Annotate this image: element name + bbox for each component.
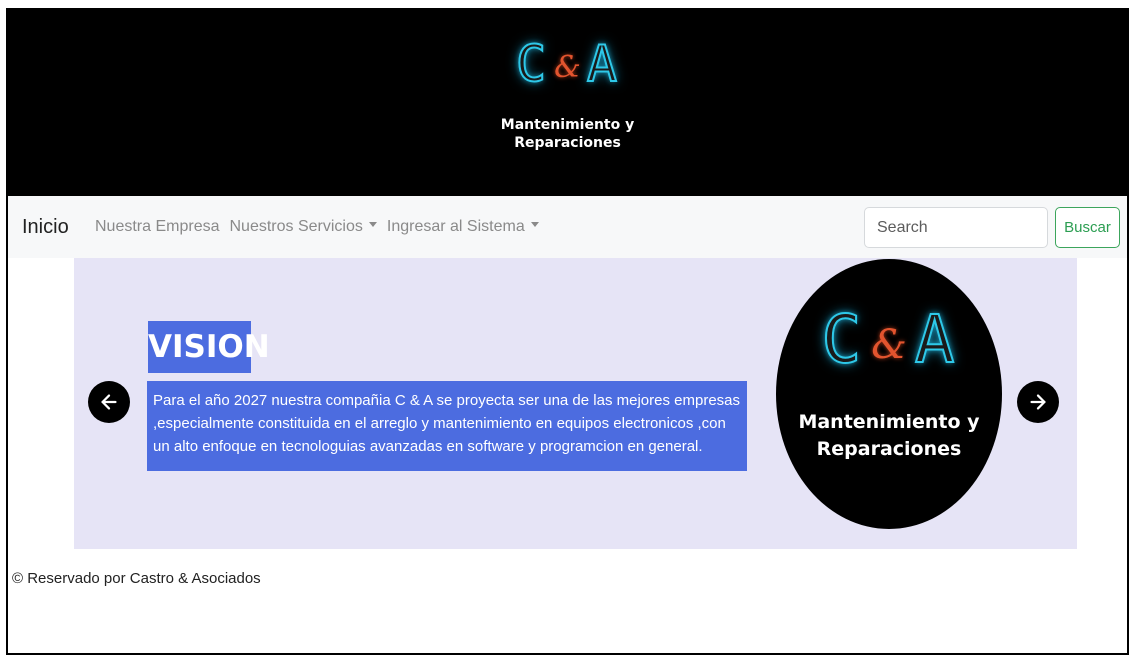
carousel: VISION Para el año 2027 nuestra compañia… xyxy=(74,258,1077,549)
logo-letter-a: A xyxy=(914,301,957,378)
logo-ampersand: & xyxy=(871,321,907,368)
carousel-logo-subtitle: Mantenimiento y Reparaciones xyxy=(776,409,1002,463)
nav-link-nuestra-empresa[interactable]: Nuestra Empresa xyxy=(95,218,220,236)
carousel-prev-button[interactable] xyxy=(88,381,130,423)
header-logo: C & A xyxy=(8,35,1127,96)
nav-dropdown-ingresar-al-sistema[interactable]: Ingresar al Sistema xyxy=(387,218,539,236)
search-button[interactable]: Buscar xyxy=(1055,207,1120,248)
header-subtitle-line1: Mantenimiento y xyxy=(500,117,635,133)
header-subtitle-line2: Reparaciones xyxy=(514,135,621,151)
nav-links: Nuestra Empresa Nuestros Servicios Ingre… xyxy=(95,218,539,236)
logo-letter-a: A xyxy=(586,35,619,93)
nav-link-label: Nuestra Empresa xyxy=(95,218,220,235)
arrow-right-icon xyxy=(1030,394,1046,410)
caret-down-icon xyxy=(530,222,539,228)
carousel-logo-mark: C & A xyxy=(776,303,1002,381)
slide-title: VISION xyxy=(148,321,270,373)
carousel-logo-subtitle-line2: Reparaciones xyxy=(816,438,962,460)
nav-brand-inicio[interactable]: Inicio xyxy=(22,216,69,239)
carousel-logo-image: C & A Mantenimiento y Reparaciones xyxy=(776,259,1002,529)
logo-ampersand: & xyxy=(554,49,581,85)
page-frame: C & A Mantenimiento y Reparaciones Inicio … xyxy=(6,8,1129,655)
slide-text: Para el año 2027 nuestra compañia C & A … xyxy=(147,381,747,471)
logo-letter-c: C xyxy=(515,35,549,93)
arrow-left-icon xyxy=(101,394,117,410)
carousel-logo-subtitle-line1: Mantenimiento y xyxy=(798,411,980,433)
caret-down-icon xyxy=(368,222,377,228)
nav-link-label: Nuestros Servicios xyxy=(229,218,363,235)
header-subtitle: Mantenimiento y Reparaciones xyxy=(8,116,1127,152)
logo-letter-c: C xyxy=(820,301,864,378)
search-input[interactable]: Search xyxy=(864,207,1048,248)
footer-copyright: © Reservado por Castro & Asociados xyxy=(12,570,261,587)
site-header: C & A Mantenimiento y Reparaciones xyxy=(8,8,1127,196)
carousel-next-button[interactable] xyxy=(1017,381,1059,423)
navbar: Inicio Nuestra Empresa Nuestros Servicio… xyxy=(8,196,1127,258)
nav-link-label: Ingresar al Sistema xyxy=(386,218,525,235)
nav-dropdown-nuestros-servicios[interactable]: Nuestros Servicios xyxy=(230,218,377,236)
